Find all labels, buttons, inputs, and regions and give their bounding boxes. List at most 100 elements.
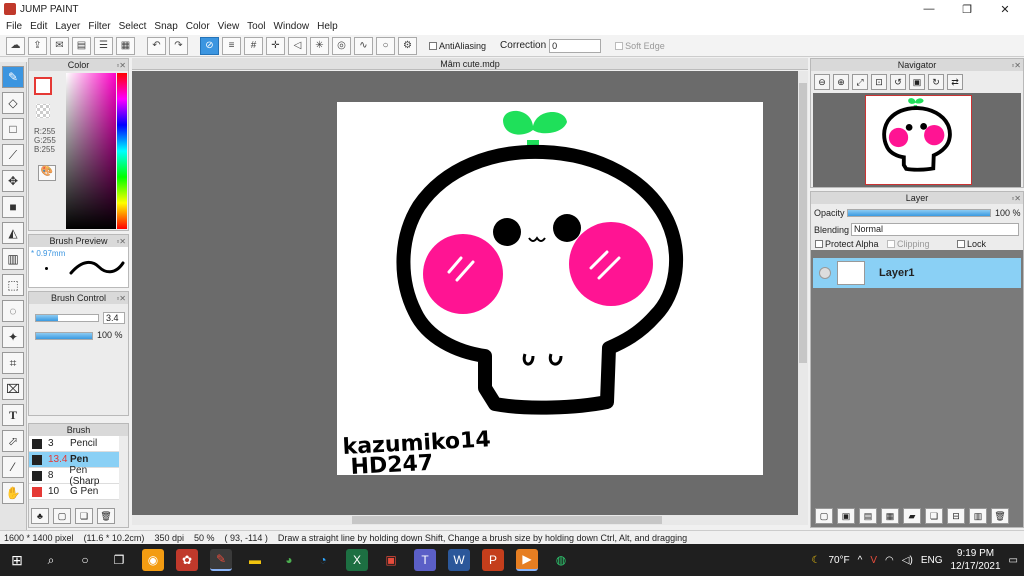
saturation-value-picker[interactable] bbox=[66, 73, 116, 229]
new-raster-layer-icon[interactable]: ▣ bbox=[837, 508, 855, 524]
move-tool-icon[interactable]: ✥ bbox=[2, 170, 24, 192]
snap-parallel-icon[interactable]: ≡ bbox=[222, 36, 241, 55]
menu-color[interactable]: Color bbox=[182, 21, 214, 32]
actual-size-icon[interactable]: ⊡ bbox=[871, 74, 887, 90]
notifications-icon[interactable]: ▭ bbox=[1009, 555, 1018, 566]
new-layer-icon[interactable]: ▢ bbox=[815, 508, 833, 524]
powerpoint-icon[interactable]: P bbox=[482, 549, 504, 571]
snap-off-icon[interactable]: ⊘ bbox=[200, 36, 219, 55]
windows-start-icon[interactable]: ⊞ bbox=[6, 549, 28, 571]
vertical-scroll-thumb[interactable] bbox=[799, 83, 807, 363]
layer-mask-icon[interactable]: ▥ bbox=[969, 508, 987, 524]
soft-edge-checkbox[interactable] bbox=[615, 41, 624, 50]
snap-ellipse-icon[interactable]: ○ bbox=[376, 36, 395, 55]
menu-filter[interactable]: Filter bbox=[84, 21, 114, 32]
palette-icon[interactable]: 🎨 bbox=[38, 165, 56, 181]
eraser-tool-icon[interactable]: ◇ bbox=[2, 92, 24, 114]
search-icon[interactable]: ⌕ bbox=[40, 549, 62, 571]
duplicate-layer-icon[interactable]: ❏ bbox=[925, 508, 943, 524]
rotate-left-icon[interactable]: ↺ bbox=[890, 74, 906, 90]
snap-curve-icon[interactable]: ∿ bbox=[354, 36, 373, 55]
edge-icon[interactable]: ◔ bbox=[312, 549, 334, 571]
brush-size-value[interactable]: 3.4 bbox=[103, 312, 125, 324]
correction-select[interactable]: 0 bbox=[549, 38, 602, 53]
lasso-tool-icon[interactable]: ◌ bbox=[2, 300, 24, 322]
snap-radial-icon[interactable]: ✳ bbox=[310, 36, 329, 55]
brush-size-slider[interactable] bbox=[35, 314, 99, 322]
blending-select[interactable]: Normal bbox=[851, 223, 1019, 236]
zoom-out-icon[interactable]: ⊖ bbox=[814, 74, 830, 90]
list-icon[interactable]: ☰ bbox=[94, 36, 113, 55]
menu-window[interactable]: Window bbox=[270, 21, 314, 32]
magic-wand-tool-icon[interactable]: ✦ bbox=[2, 326, 24, 348]
volume-icon[interactable]: ◁) bbox=[902, 555, 913, 566]
new-halftone-layer-icon[interactable]: ▦ bbox=[881, 508, 899, 524]
bucket-tool-icon[interactable]: ◭ bbox=[2, 222, 24, 244]
horizontal-scroll-thumb[interactable] bbox=[352, 516, 662, 524]
cortana-icon[interactable]: ○ bbox=[74, 549, 96, 571]
layer-row-layer1[interactable]: Layer1 bbox=[813, 258, 1021, 288]
close-button[interactable]: ✕ bbox=[986, 0, 1024, 18]
minimize-button[interactable]: — bbox=[910, 0, 948, 18]
drawing-canvas[interactable]: kazumiko14 HD247 bbox=[337, 102, 763, 480]
document-tab[interactable]: Mâm cute.mdp bbox=[132, 58, 808, 70]
file-explorer-icon[interactable]: ▬ bbox=[244, 549, 266, 571]
select-pen-tool-icon[interactable]: ⌗ bbox=[2, 352, 24, 374]
layout-icon[interactable]: ▦ bbox=[116, 36, 135, 55]
lock-checkbox[interactable] bbox=[957, 240, 965, 248]
antialiasing-toggle[interactable]: AntiAliasing bbox=[429, 41, 486, 51]
line-tool-icon[interactable]: ⟋ bbox=[2, 144, 24, 166]
menu-edit[interactable]: Edit bbox=[26, 21, 51, 32]
office-icon[interactable]: ▣ bbox=[380, 549, 402, 571]
system-clock[interactable]: 9:19 PM 12/17/2021 bbox=[950, 547, 1000, 573]
shape-tool-icon[interactable]: □ bbox=[2, 118, 24, 140]
maximize-button[interactable]: ❐ bbox=[948, 0, 986, 18]
snap-settings-icon[interactable]: ⚙ bbox=[398, 36, 417, 55]
snap-circle-icon[interactable]: ◎ bbox=[332, 36, 351, 55]
app-orange-icon[interactable]: ◉ bbox=[142, 549, 164, 571]
menu-view[interactable]: View bbox=[214, 21, 244, 32]
navigator-preview[interactable] bbox=[813, 93, 1021, 187]
language-indicator[interactable]: ENG bbox=[921, 555, 943, 566]
new-folder-icon[interactable]: ▰ bbox=[903, 508, 921, 524]
redo-icon[interactable]: ↷ bbox=[169, 36, 188, 55]
menu-tool[interactable]: Tool bbox=[243, 21, 269, 32]
snap-cross-icon[interactable]: ✛ bbox=[266, 36, 285, 55]
show-hidden-icons-icon[interactable]: ^ bbox=[858, 555, 863, 566]
task-view-icon[interactable]: ❐ bbox=[108, 549, 130, 571]
background-color-swatch[interactable] bbox=[36, 104, 50, 118]
teams-icon[interactable]: T bbox=[414, 549, 436, 571]
panel-controls-icon[interactable]: ▫✕ bbox=[1011, 60, 1021, 72]
reset-rotation-icon[interactable]: ▣ bbox=[909, 74, 925, 90]
flip-icon[interactable]: ⇄ bbox=[947, 74, 963, 90]
hue-slider[interactable] bbox=[117, 73, 127, 229]
fill-rect-tool-icon[interactable]: ■ bbox=[2, 196, 24, 218]
undo-icon[interactable]: ↶ bbox=[147, 36, 166, 55]
canvas-vertical-scrollbar[interactable] bbox=[798, 71, 808, 515]
menu-layer[interactable]: Layer bbox=[51, 21, 84, 32]
eyedropper-tool-icon[interactable]: ⁄ bbox=[2, 456, 24, 478]
share-icon[interactable]: ⇪ bbox=[28, 36, 47, 55]
word-icon[interactable]: W bbox=[448, 549, 470, 571]
hand-tool-icon[interactable]: ✋ bbox=[2, 482, 24, 504]
lock-toggle[interactable]: Lock bbox=[957, 239, 986, 249]
brush-item-pencil[interactable]: 3 Pencil bbox=[29, 436, 119, 452]
brush-settings-icon[interactable]: ♣ bbox=[31, 508, 49, 524]
weather-temp[interactable]: 70°F bbox=[828, 555, 849, 566]
new-8bit-layer-icon[interactable]: ▤ bbox=[859, 508, 877, 524]
clipping-toggle[interactable]: Clipping bbox=[887, 239, 930, 249]
menu-snap[interactable]: Snap bbox=[150, 21, 181, 32]
protect-alpha-toggle[interactable]: Protect Alpha bbox=[815, 239, 879, 249]
text-tool-icon[interactable]: T bbox=[2, 404, 24, 426]
brush-opacity-slider[interactable] bbox=[35, 332, 93, 340]
excel-icon[interactable]: X bbox=[346, 549, 368, 571]
photos-icon[interactable]: ✿ bbox=[176, 549, 198, 571]
brush-new-icon[interactable]: ▢ bbox=[53, 508, 71, 524]
weather-icon[interactable]: ☾ bbox=[811, 555, 820, 566]
wifi-icon[interactable]: ◠ bbox=[885, 555, 894, 566]
antivirus-icon[interactable]: V bbox=[870, 555, 877, 566]
zoom-app-icon[interactable]: ▶ bbox=[516, 549, 538, 571]
layer-opacity-slider[interactable] bbox=[847, 209, 991, 217]
operation-tool-icon[interactable]: ⬀ bbox=[2, 430, 24, 452]
comment-icon[interactable]: ✉ bbox=[50, 36, 69, 55]
